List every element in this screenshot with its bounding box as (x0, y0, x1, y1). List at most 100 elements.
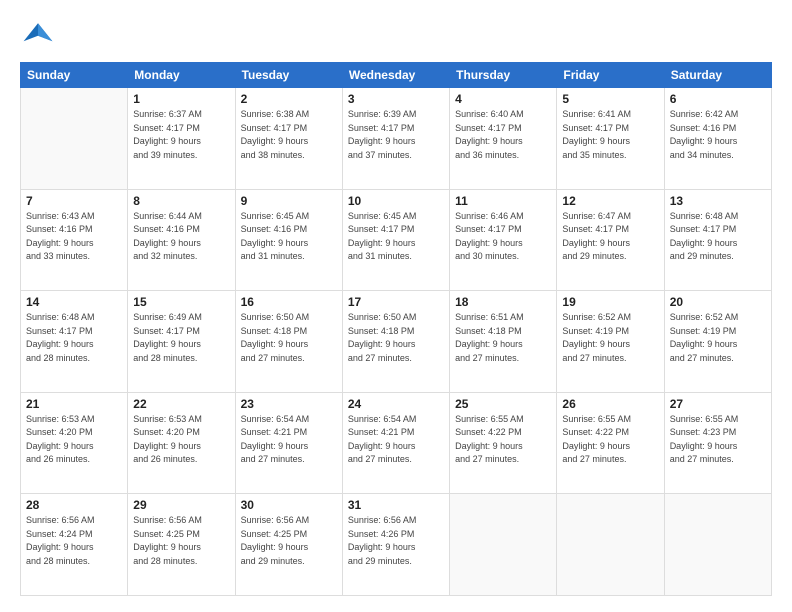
logo (20, 16, 60, 52)
calendar-header-saturday: Saturday (664, 63, 771, 88)
calendar-header-row: SundayMondayTuesdayWednesdayThursdayFrid… (21, 63, 772, 88)
day-info: Sunrise: 6:56 AM Sunset: 4:26 PM Dayligh… (348, 514, 444, 568)
calendar-cell (664, 494, 771, 596)
calendar-cell (21, 88, 128, 190)
calendar-cell: 14 Sunrise: 6:48 AM Sunset: 4:17 PM Dayli… (21, 291, 128, 393)
day-number: 28 (26, 498, 122, 512)
day-number: 5 (562, 92, 658, 106)
day-info: Sunrise: 6:52 AM Sunset: 4:19 PM Dayligh… (562, 311, 658, 365)
calendar-cell: 13 Sunrise: 6:48 AM Sunset: 4:17 PM Dayli… (664, 189, 771, 291)
day-number: 11 (455, 194, 551, 208)
calendar-week-3: 14 Sunrise: 6:48 AM Sunset: 4:17 PM Dayli… (21, 291, 772, 393)
calendar-week-5: 28Sunrise: 6:56 AM Sunset: 4:24 PM Dayli… (21, 494, 772, 596)
day-info: Sunrise: 6:47 AM Sunset: 4:17 PM Dayligh… (562, 210, 658, 264)
day-info: Sunrise: 6:37 AM Sunset: 4:17 PM Dayligh… (133, 108, 229, 162)
day-info: Sunrise: 6:43 AM Sunset: 4:16 PM Dayligh… (26, 210, 122, 264)
calendar-cell: 9 Sunrise: 6:45 AM Sunset: 4:16 PM Daylig… (235, 189, 342, 291)
day-number: 26 (562, 397, 658, 411)
day-info: Sunrise: 6:45 AM Sunset: 4:16 PM Dayligh… (241, 210, 337, 264)
day-number: 31 (348, 498, 444, 512)
day-info: Sunrise: 6:44 AM Sunset: 4:16 PM Dayligh… (133, 210, 229, 264)
calendar-cell: 17 Sunrise: 6:50 AM Sunset: 4:18 PM Dayli… (342, 291, 449, 393)
calendar-week-1: 1 Sunrise: 6:37 AM Sunset: 4:17 PM Daylig… (21, 88, 772, 190)
day-info: Sunrise: 6:55 AM Sunset: 4:23 PM Dayligh… (670, 413, 766, 467)
day-number: 16 (241, 295, 337, 309)
day-number: 3 (348, 92, 444, 106)
calendar-cell: 4Sunrise: 6:40 AM Sunset: 4:17 PM Daylig… (450, 88, 557, 190)
day-info: Sunrise: 6:54 AM Sunset: 4:21 PM Dayligh… (241, 413, 337, 467)
calendar-cell: 26Sunrise: 6:55 AM Sunset: 4:22 PM Dayli… (557, 392, 664, 494)
day-number: 19 (562, 295, 658, 309)
day-number: 10 (348, 194, 444, 208)
calendar-cell: 24 Sunrise: 6:54 AM Sunset: 4:21 PM Dayli… (342, 392, 449, 494)
calendar-cell: 23 Sunrise: 6:54 AM Sunset: 4:21 PM Dayli… (235, 392, 342, 494)
day-number: 9 (241, 194, 337, 208)
day-info: Sunrise: 6:42 AM Sunset: 4:16 PM Dayligh… (670, 108, 766, 162)
day-info: Sunrise: 6:50 AM Sunset: 4:18 PM Dayligh… (241, 311, 337, 365)
day-info: Sunrise: 6:55 AM Sunset: 4:22 PM Dayligh… (455, 413, 551, 467)
day-number: 23 (241, 397, 337, 411)
day-number: 22 (133, 397, 229, 411)
calendar-cell: 28Sunrise: 6:56 AM Sunset: 4:24 PM Dayli… (21, 494, 128, 596)
day-info: Sunrise: 6:53 AM Sunset: 4:20 PM Dayligh… (26, 413, 122, 467)
day-info: Sunrise: 6:48 AM Sunset: 4:17 PM Dayligh… (670, 210, 766, 264)
calendar-cell: 2Sunrise: 6:38 AM Sunset: 4:17 PM Daylig… (235, 88, 342, 190)
calendar-cell: 11 Sunrise: 6:46 AM Sunset: 4:17 PM Dayli… (450, 189, 557, 291)
day-info: Sunrise: 6:56 AM Sunset: 4:25 PM Dayligh… (241, 514, 337, 568)
calendar-cell: 10 Sunrise: 6:45 AM Sunset: 4:17 PM Dayli… (342, 189, 449, 291)
calendar-cell: 18Sunrise: 6:51 AM Sunset: 4:18 PM Dayli… (450, 291, 557, 393)
day-number: 24 (348, 397, 444, 411)
day-number: 21 (26, 397, 122, 411)
day-info: Sunrise: 6:48 AM Sunset: 4:17 PM Dayligh… (26, 311, 122, 365)
logo-icon (20, 16, 56, 52)
calendar-cell: 27 Sunrise: 6:55 AM Sunset: 4:23 PM Dayli… (664, 392, 771, 494)
day-info: Sunrise: 6:45 AM Sunset: 4:17 PM Dayligh… (348, 210, 444, 264)
calendar-cell: 15 Sunrise: 6:49 AM Sunset: 4:17 PM Dayli… (128, 291, 235, 393)
calendar-cell: 19 Sunrise: 6:52 AM Sunset: 4:19 PM Dayli… (557, 291, 664, 393)
day-info: Sunrise: 6:51 AM Sunset: 4:18 PM Dayligh… (455, 311, 551, 365)
calendar-header-sunday: Sunday (21, 63, 128, 88)
calendar-cell (450, 494, 557, 596)
calendar-cell: 5 Sunrise: 6:41 AM Sunset: 4:17 PM Daylig… (557, 88, 664, 190)
day-info: Sunrise: 6:39 AM Sunset: 4:17 PM Dayligh… (348, 108, 444, 162)
day-info: Sunrise: 6:46 AM Sunset: 4:17 PM Dayligh… (455, 210, 551, 264)
page: SundayMondayTuesdayWednesdayThursdayFrid… (0, 0, 792, 612)
calendar-cell: 29Sunrise: 6:56 AM Sunset: 4:25 PM Dayli… (128, 494, 235, 596)
calendar-cell: 8 Sunrise: 6:44 AM Sunset: 4:16 PM Daylig… (128, 189, 235, 291)
day-number: 29 (133, 498, 229, 512)
day-info: Sunrise: 6:38 AM Sunset: 4:17 PM Dayligh… (241, 108, 337, 162)
calendar-cell (557, 494, 664, 596)
day-info: Sunrise: 6:54 AM Sunset: 4:21 PM Dayligh… (348, 413, 444, 467)
calendar-header-monday: Monday (128, 63, 235, 88)
day-number: 13 (670, 194, 766, 208)
day-info: Sunrise: 6:53 AM Sunset: 4:20 PM Dayligh… (133, 413, 229, 467)
calendar-cell: 12 Sunrise: 6:47 AM Sunset: 4:17 PM Dayli… (557, 189, 664, 291)
day-info: Sunrise: 6:49 AM Sunset: 4:17 PM Dayligh… (133, 311, 229, 365)
day-info: Sunrise: 6:41 AM Sunset: 4:17 PM Dayligh… (562, 108, 658, 162)
calendar-week-2: 7 Sunrise: 6:43 AM Sunset: 4:16 PM Daylig… (21, 189, 772, 291)
calendar-header-friday: Friday (557, 63, 664, 88)
calendar-week-4: 21 Sunrise: 6:53 AM Sunset: 4:20 PM Dayli… (21, 392, 772, 494)
day-number: 4 (455, 92, 551, 106)
calendar-table: SundayMondayTuesdayWednesdayThursdayFrid… (20, 62, 772, 596)
calendar-cell: 20 Sunrise: 6:52 AM Sunset: 4:19 PM Dayli… (664, 291, 771, 393)
calendar-cell: 21 Sunrise: 6:53 AM Sunset: 4:20 PM Dayli… (21, 392, 128, 494)
calendar-cell: 31 Sunrise: 6:56 AM Sunset: 4:26 PM Dayli… (342, 494, 449, 596)
day-number: 6 (670, 92, 766, 106)
day-number: 7 (26, 194, 122, 208)
day-number: 27 (670, 397, 766, 411)
calendar-cell: 25Sunrise: 6:55 AM Sunset: 4:22 PM Dayli… (450, 392, 557, 494)
day-number: 12 (562, 194, 658, 208)
calendar-cell: 22 Sunrise: 6:53 AM Sunset: 4:20 PM Dayli… (128, 392, 235, 494)
day-info: Sunrise: 6:52 AM Sunset: 4:19 PM Dayligh… (670, 311, 766, 365)
day-number: 17 (348, 295, 444, 309)
day-number: 1 (133, 92, 229, 106)
day-number: 20 (670, 295, 766, 309)
calendar-cell: 1 Sunrise: 6:37 AM Sunset: 4:17 PM Daylig… (128, 88, 235, 190)
day-number: 14 (26, 295, 122, 309)
header (20, 16, 772, 52)
day-number: 15 (133, 295, 229, 309)
calendar-header-thursday: Thursday (450, 63, 557, 88)
day-info: Sunrise: 6:50 AM Sunset: 4:18 PM Dayligh… (348, 311, 444, 365)
day-number: 8 (133, 194, 229, 208)
